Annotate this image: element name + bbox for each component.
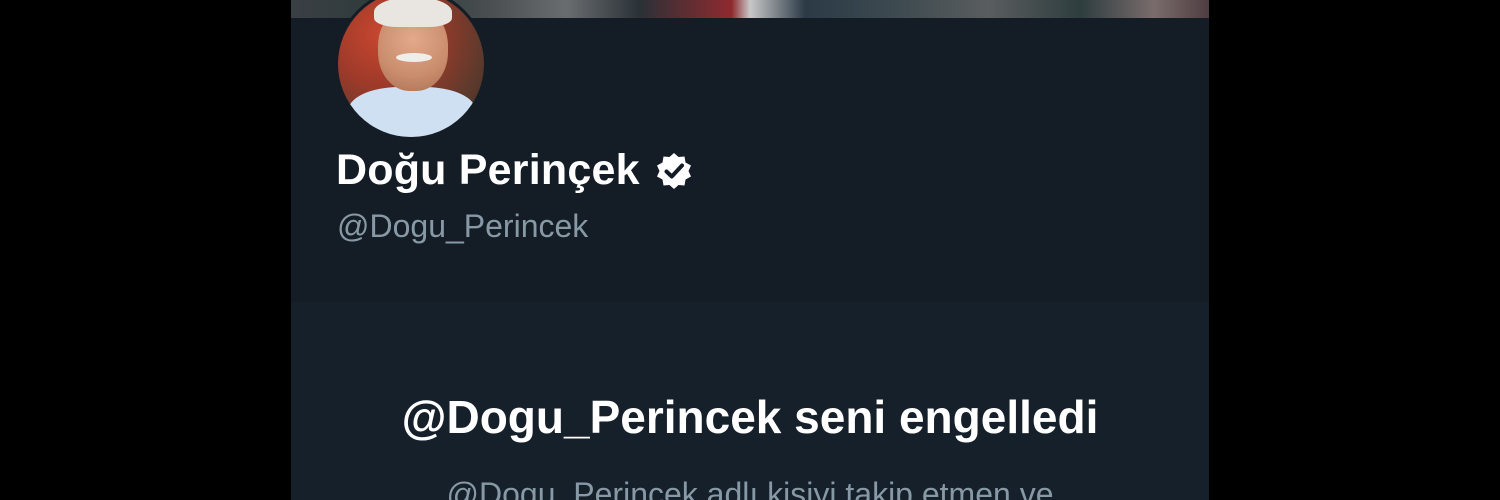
display-name-row: Doğu Perinçek [336,146,694,195]
blocked-title: @Dogu_Perincek seni engelledi [401,391,1099,443]
profile-screen: Doğu Perinçek @Dogu_Perincek @Dogu_Perin… [291,0,1209,500]
blocked-notice: @Dogu_Perincek seni engelledi @Dogu_Peri… [291,302,1209,500]
avatar-photo [338,0,484,137]
avatar[interactable] [335,0,487,140]
verified-badge-icon [654,151,694,191]
profile-handle: @Dogu_Perincek [337,208,589,244]
blocked-description: @Dogu_Perincek adlı kişiyi takip etmen v… [446,476,1054,500]
avatar-mustache [396,53,432,62]
avatar-shirt [348,87,476,137]
profile-header: Doğu Perinçek @Dogu_Perincek [291,0,1209,302]
avatar-hair [374,0,452,27]
display-name: Doğu Perinçek [336,146,640,194]
